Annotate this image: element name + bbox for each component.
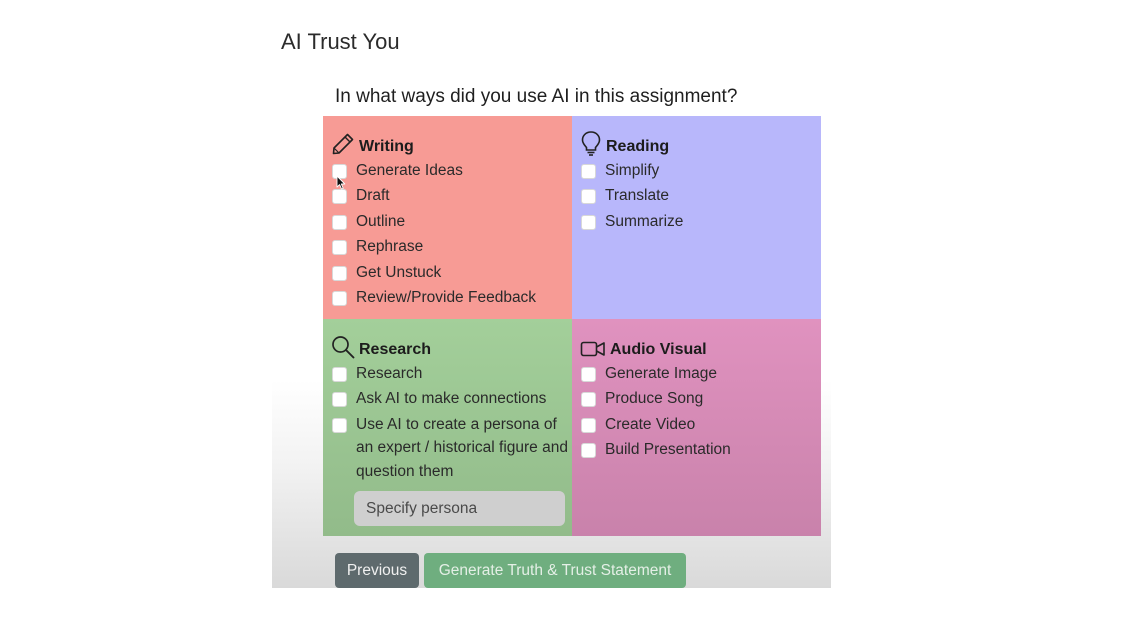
- option-build-presentation[interactable]: Build Presentation: [581, 441, 731, 466]
- question-heading: In what ways did you use AI in this assi…: [335, 86, 738, 107]
- pencil-icon: [332, 133, 354, 155]
- option-draft[interactable]: Draft: [332, 187, 536, 212]
- checkbox[interactable]: [581, 392, 596, 408]
- audio-visual-section: Audio Visual Generate Image Produce Song…: [572, 319, 821, 536]
- audio-visual-header: Audio Visual: [580, 333, 707, 359]
- checkbox[interactable]: [332, 417, 347, 433]
- research-section: Research Research Ask AI to make connect…: [323, 319, 572, 536]
- video-camera-icon: [580, 341, 605, 357]
- research-header: Research: [331, 333, 431, 359]
- checkbox[interactable]: [332, 367, 347, 382]
- option-generate-ideas[interactable]: Generate Ideas: [332, 162, 536, 187]
- generate-statement-button[interactable]: Generate Truth & Trust Statement: [424, 553, 686, 588]
- lightbulb-icon: [581, 131, 601, 156]
- option-translate[interactable]: Translate: [581, 187, 683, 212]
- option-create-persona[interactable]: Use AI to create a persona of an expert …: [332, 416, 571, 484]
- checkbox[interactable]: [581, 189, 596, 205]
- checkbox[interactable]: [581, 417, 596, 433]
- option-summarize[interactable]: Summarize: [581, 213, 683, 238]
- checkbox[interactable]: [581, 214, 596, 230]
- writing-section: Writing Generate Ideas Draft Outline Rep…: [323, 116, 572, 319]
- reading-title: Reading: [606, 138, 670, 155]
- screen: AI Trust You In what ways did you use AI…: [0, 0, 1129, 634]
- checkbox[interactable]: [332, 240, 347, 256]
- mouse-cursor-icon: [336, 175, 346, 190]
- option-simplify[interactable]: Simplify: [581, 162, 683, 187]
- checkbox[interactable]: [332, 392, 347, 408]
- checkbox[interactable]: [332, 189, 347, 205]
- persona-input[interactable]: [354, 491, 565, 526]
- option-rephrase[interactable]: Rephrase: [332, 238, 536, 263]
- option-review-feedback[interactable]: Review/Provide Feedback: [332, 289, 536, 314]
- checkbox[interactable]: [332, 290, 347, 306]
- option-generate-image[interactable]: Generate Image: [581, 365, 731, 390]
- checkbox[interactable]: [581, 443, 596, 459]
- audio-visual-title: Audio Visual: [610, 341, 707, 358]
- option-produce-song[interactable]: Produce Song: [581, 390, 731, 415]
- reading-section: Reading Simplify Translate Summarize: [572, 116, 821, 319]
- writing-header: Writing: [331, 130, 414, 156]
- checkbox[interactable]: [581, 164, 596, 179]
- app-title: AI Trust You: [281, 29, 400, 54]
- option-outline[interactable]: Outline: [332, 213, 536, 238]
- checkbox[interactable]: [581, 367, 596, 382]
- reading-header: Reading: [580, 130, 669, 156]
- checkbox[interactable]: [332, 265, 347, 281]
- magnifier-icon: [332, 336, 355, 359]
- option-research[interactable]: Research: [332, 365, 571, 390]
- writing-title: Writing: [359, 138, 414, 155]
- option-create-video[interactable]: Create Video: [581, 416, 731, 441]
- option-get-unstuck[interactable]: Get Unstuck: [332, 264, 536, 289]
- previous-button[interactable]: Previous: [335, 553, 419, 588]
- research-title: Research: [359, 341, 432, 358]
- checkbox[interactable]: [332, 214, 347, 230]
